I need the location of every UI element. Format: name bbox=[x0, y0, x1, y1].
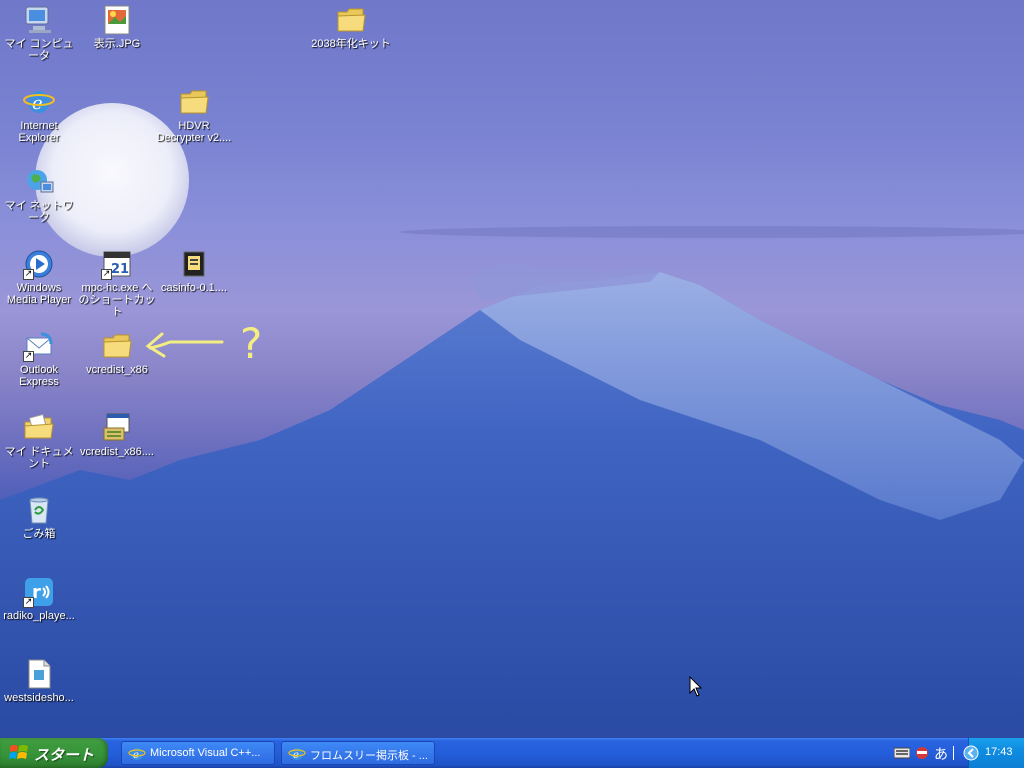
folder-icon bbox=[101, 330, 133, 362]
hdvr-decrypter-icon-item[interactable]: HDVR Decrypter v2.... bbox=[154, 86, 234, 144]
recycle-bin-label: ごみ箱 bbox=[22, 528, 56, 540]
casinfo-icon-item[interactable]: casinfo-0.1.... bbox=[154, 248, 234, 294]
taskbar-item-label: Microsoft Visual C++... bbox=[150, 747, 261, 759]
show-hidden-icons-button[interactable] bbox=[963, 745, 979, 761]
outlook-express-label: Outlook Express bbox=[19, 364, 59, 388]
taskbar[interactable]: スタート e Microsoft Visual C++... e フロムスリー掲… bbox=[0, 738, 1024, 768]
annotation-question-mark: ? bbox=[240, 319, 262, 368]
vcredist-exe-label: vcredist_x86.... bbox=[80, 446, 154, 458]
taskbar-item-fromthree-bbs[interactable]: e フロムスリー掲示板 - ... bbox=[281, 741, 435, 765]
windows-logo-icon bbox=[9, 745, 28, 759]
hdvr-decrypter-label: HDVR Decrypter v2.... bbox=[156, 120, 232, 144]
westsidesho-label: westsidesho... bbox=[4, 692, 74, 704]
computer-icon bbox=[23, 4, 55, 36]
recycle-bin-icon-item[interactable]: ごみ箱 bbox=[0, 494, 79, 540]
shortcut-arrow-icon: ↗ bbox=[23, 269, 34, 280]
vcredist-folder-label: vcredist_x86 bbox=[86, 364, 148, 376]
windows-media-player-icon-item[interactable]: ↗ Windows Media Player bbox=[0, 248, 79, 306]
svg-text:21: 21 bbox=[111, 262, 129, 277]
internet-explorer-icon: e bbox=[128, 748, 146, 761]
network-globe-icon bbox=[23, 166, 55, 198]
taskbar-item-visual-cpp[interactable]: e Microsoft Visual C++... bbox=[121, 741, 275, 765]
shortcut-arrow-icon: ↗ bbox=[101, 269, 112, 280]
notification-area: 17:43 bbox=[963, 738, 1024, 768]
outlook-express-icon-item[interactable]: ↗ Outlook Express bbox=[0, 330, 79, 388]
vcredist-exe-icon-item[interactable]: vcredist_x86.... bbox=[77, 412, 157, 458]
casinfo-app-icon bbox=[178, 248, 210, 280]
internet-explorer-label: Internet Explorer bbox=[18, 120, 60, 144]
internet-explorer-icon-item[interactable]: e Internet Explorer bbox=[0, 86, 79, 144]
document-file-icon bbox=[23, 658, 55, 690]
clock[interactable]: 17:43 bbox=[985, 746, 1013, 758]
mouse-cursor-icon bbox=[689, 676, 703, 697]
mpc-hc-shortcut-icon-item[interactable]: 21 ↗ mpc-hc.exe へ のショートカット bbox=[77, 248, 157, 318]
keyboard-icon[interactable] bbox=[894, 747, 910, 759]
folder-icon bbox=[178, 86, 210, 118]
radiko-player-label: radiko_playe... bbox=[3, 610, 75, 622]
desktop[interactable]: ? マイ コンピュータ e Internet Explorer マイ ネットワー… bbox=[0, 0, 1024, 738]
ime-pad-icon[interactable] bbox=[913, 745, 931, 761]
y2038-kit-icon-item[interactable]: 2038年化キット bbox=[311, 4, 391, 50]
casinfo-label: casinfo-0.1.... bbox=[160, 282, 228, 294]
my-computer-icon-item[interactable]: マイ コンピュータ bbox=[0, 4, 79, 62]
ime-divider bbox=[953, 746, 954, 760]
folder-icon bbox=[335, 4, 367, 36]
internet-explorer-icon: e bbox=[23, 86, 55, 118]
taskbar-item-label: フロムスリー掲示板 - ... bbox=[310, 750, 428, 762]
windows-media-player-label: Windows Media Player bbox=[6, 282, 72, 306]
westsidesho-icon-item[interactable]: westsidesho... bbox=[0, 658, 79, 704]
hyoji-jpg-icon-item[interactable]: 表示.JPG bbox=[77, 4, 157, 50]
my-documents-icon-item[interactable]: マイ ドキュメント bbox=[0, 412, 79, 470]
mpc-hc-icon: 21 ↗ bbox=[101, 248, 133, 280]
my-computer-label: マイ コンピュータ bbox=[4, 38, 74, 62]
vcredist-folder-icon-item[interactable]: vcredist_x86 bbox=[77, 330, 157, 376]
hyoji-jpg-label: 表示.JPG bbox=[93, 38, 141, 50]
media-player-icon: ↗ bbox=[23, 248, 55, 280]
installer-icon bbox=[101, 412, 133, 444]
recycle-bin-icon bbox=[23, 494, 55, 526]
cloud-band bbox=[400, 226, 1024, 238]
y2038-kit-label: 2038年化キット bbox=[311, 38, 391, 50]
annotation-arrow bbox=[145, 332, 224, 358]
my-network-icon-item[interactable]: マイ ネットワーク bbox=[0, 166, 79, 224]
shortcut-arrow-icon: ↗ bbox=[23, 351, 34, 362]
mpc-hc-shortcut-label: mpc-hc.exe へ のショートカット bbox=[78, 282, 156, 318]
jpg-image-icon bbox=[101, 4, 133, 36]
ime-mode-indicator[interactable]: あ bbox=[934, 744, 948, 764]
documents-folder-icon bbox=[23, 412, 55, 444]
radiko-icon: r ↗ bbox=[23, 576, 55, 608]
outlook-express-icon: ↗ bbox=[23, 330, 55, 362]
shortcut-arrow-icon: ↗ bbox=[23, 597, 34, 608]
my-documents-label: マイ ドキュメント bbox=[4, 446, 74, 470]
my-network-label: マイ ネットワーク bbox=[4, 200, 74, 224]
start-button[interactable]: スタート bbox=[0, 738, 108, 768]
start-label: スタート bbox=[34, 746, 95, 764]
internet-explorer-icon: e bbox=[288, 748, 306, 761]
radiko-player-icon-item[interactable]: r ↗ radiko_playe... bbox=[0, 576, 79, 622]
